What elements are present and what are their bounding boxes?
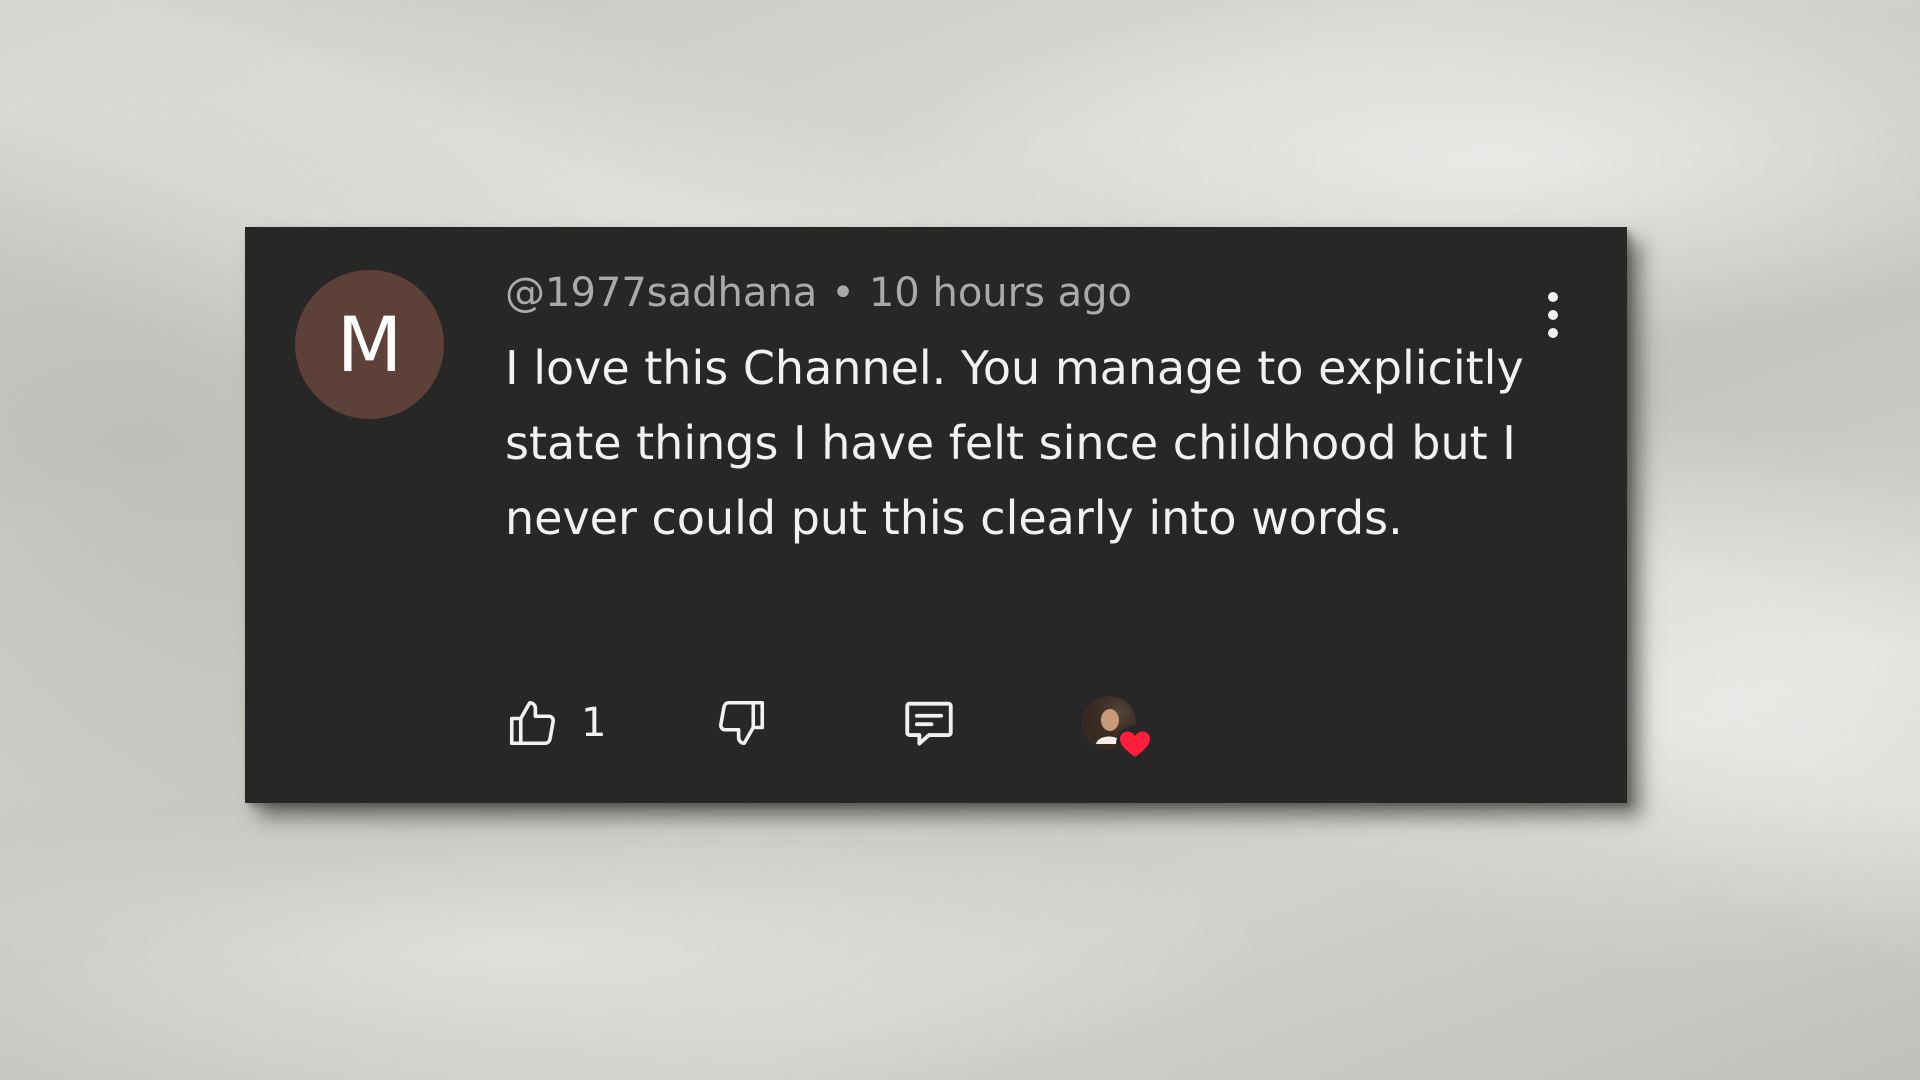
dislike-button[interactable] [715,688,769,758]
creator-heart-icon [1116,725,1154,763]
comment-text: I love this Channel. You manage to expli… [505,341,1524,545]
creator-heart-badge [1080,688,1154,763]
comment-timestamp[interactable]: 10 hours ago [869,270,1132,316]
comment-body: @1977sadhana • 10 hours ago I love this Ch… [505,267,1535,556]
creator-avatar [1080,694,1154,763]
more-options-button[interactable] [1535,285,1571,345]
thumbs-down-icon [718,700,765,746]
reply-button[interactable] [900,688,958,758]
thumbs-up-icon [509,700,556,746]
comment-header: @1977sadhana • 10 hours ago [505,267,1535,319]
reply-comment-icon [905,701,953,746]
avatar[interactable]: M [295,270,444,419]
comment-actions: 1 [505,688,1505,763]
separator-dot: • [831,270,855,316]
avatar-letter: M [336,299,403,389]
author-handle[interactable]: @1977sadhana [505,270,817,316]
like-count: 1 [581,700,607,746]
creator-avatar-image [1082,696,1154,763]
like-button[interactable]: 1 [505,688,606,758]
comment-card: M @1977sadhana • 10 hours ago I love this … [245,227,1627,803]
more-vertical-icon [1548,292,1558,338]
